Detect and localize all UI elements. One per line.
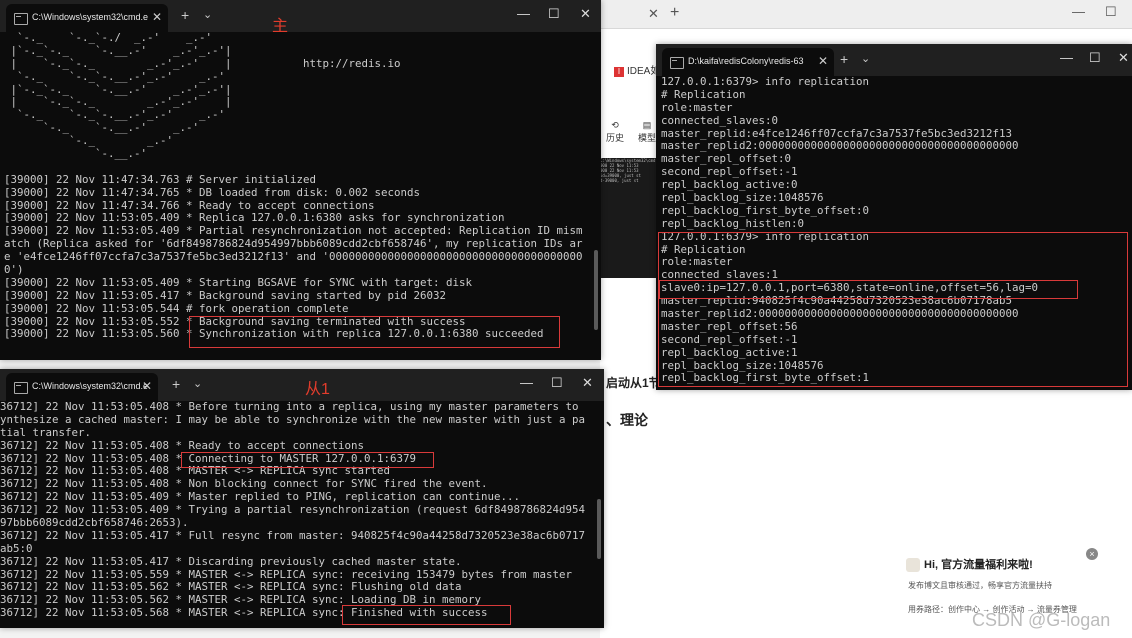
browser-tab-close-icon[interactable]: ✕ (648, 6, 659, 22)
connecting-master-highlight (181, 452, 434, 468)
ascii-art-line: `-._ `-._`-./ _.-' _.-' (4, 31, 213, 44)
log-line: [39000] 22 Nov 11:47:34.765 * DB loaded … (4, 185, 421, 199)
cli-output-line: repl_backlog_size:1048576 (661, 191, 824, 205)
cli-output-line: repl_backlog_first_byte_offset:0 (661, 203, 870, 217)
minimize-icon[interactable]: — (520, 375, 533, 390)
cli-output-line: repl_backlog_histlen:0 (661, 216, 805, 230)
sync-finished-highlight (342, 605, 511, 625)
log-line: 36712] 22 Nov 11:53:05.408 * Before turn… (0, 400, 579, 413)
master-terminal-window[interactable]: C:\Windows\system32\cmd.e ✕ + ⌄ — ☐ ✕ `-… (0, 0, 601, 360)
browser-maximize-icon[interactable]: ☐ (1105, 4, 1117, 20)
tab-dropdown-icon[interactable]: ⌄ (861, 52, 870, 65)
master-annotation: 主 (272, 18, 289, 35)
redis-cli-terminal-window[interactable]: D:\kaifa\redisColony\redis-63 ✕ + ⌄ — ☐ … (656, 44, 1132, 390)
log-line: 36712] 22 Nov 11:53:05.568 * MASTER <-> … (0, 606, 488, 620)
bookmark-badge-icon: I (614, 67, 624, 77)
cli-tab[interactable]: D:\kaifa\redisColony\redis-63 ✕ (662, 48, 834, 76)
maximize-icon[interactable]: ☐ (1089, 50, 1101, 66)
side-item-history[interactable]: ⟲ 历史 (606, 120, 624, 144)
close-icon[interactable]: ✕ (580, 6, 591, 22)
cli-output-line: # Replication (661, 87, 746, 101)
scrollbar[interactable] (594, 250, 598, 330)
slave-tab-title: C:\Windows\system32\cmd.e (32, 381, 149, 391)
log-line: [39000] 22 Nov 11:53:05.409 * Starting B… (4, 275, 473, 289)
promo-description: 发布博文且审核通过，畅享官方流量扶持 (908, 581, 1052, 590)
ascii-art-line: | `-._`-._ _.-'_.-' | http://redis.io (4, 56, 401, 70)
promo-title: Hi, 官方流量福利来啦! (906, 556, 1033, 573)
side-item-label: 历史 (606, 133, 625, 143)
side-item-label: 模型 (638, 133, 657, 143)
second-info-highlight (658, 232, 1128, 387)
browser-minimize-icon[interactable]: — (1072, 4, 1085, 19)
maximize-icon[interactable]: ☐ (551, 375, 563, 391)
log-line: 36712] 22 Nov 11:53:05.417 * Discarding … (0, 554, 462, 568)
log-line: 97bbb6089cdd2cbf658746:2653). (0, 516, 189, 530)
browser-bookmark-idea[interactable]: I IDEA如 (614, 62, 660, 77)
terminal-icon (670, 57, 684, 69)
slave-terminal-output[interactable]: 36712] 22 Nov 11:53:05.408 * Before turn… (0, 400, 604, 628)
cli-tab-title: D:\kaifa\redisColony\redis-63 (688, 56, 804, 66)
page-side-toolbar: ⟲ 历史 ▤ 模型 (600, 120, 660, 160)
tab-close-icon[interactable]: ✕ (818, 54, 828, 68)
log-line: ynthesize a cached master: I may be able… (0, 412, 586, 426)
close-icon[interactable]: ✕ (1118, 50, 1129, 66)
new-tab-icon[interactable]: + (181, 7, 189, 23)
ascii-art-line: |`-._`-._ `-.__.-' _.-'_.-'| (4, 43, 232, 57)
slave-annotation: 从1 (305, 381, 330, 398)
scrollbar[interactable] (597, 499, 601, 559)
tab-dropdown-icon[interactable]: ⌄ (193, 377, 202, 390)
new-tab-icon[interactable]: + (172, 376, 180, 392)
ascii-art-line: `-._ `-._`-.__.-'_.-' _.-' (4, 69, 226, 83)
gift-icon (906, 558, 920, 573)
log-line: 36712] 22 Nov 11:53:05.417 * Full resync… (0, 528, 586, 542)
log-line: ab5:0 (0, 541, 33, 555)
side-item-model[interactable]: ▤ 模型 (638, 120, 656, 144)
sync-success-highlight (189, 316, 560, 348)
tab-close-icon[interactable]: ✕ (142, 379, 152, 393)
cli-output-line: connected_slaves:0 (661, 113, 779, 127)
maximize-icon[interactable]: ☐ (548, 6, 560, 22)
tab-dropdown-icon[interactable]: ⌄ (203, 8, 212, 21)
minimize-icon[interactable]: — (1060, 50, 1073, 65)
log-line: [39000] 22 Nov 11:47:34.763 # Server ini… (4, 172, 317, 186)
slave-tab[interactable]: C:\Windows\system32\cmd.e ✕ (6, 373, 158, 401)
log-line: 0') (4, 263, 24, 277)
history-icon: ⟲ (611, 120, 619, 130)
close-icon[interactable]: ✕ (582, 375, 593, 391)
thumb-line: d-39000, just st (600, 178, 639, 183)
master-tab-title: C:\Windows\system32\cmd.e (32, 12, 149, 22)
minimize-icon[interactable]: — (517, 6, 530, 21)
cli-output-line: role:master (661, 100, 733, 114)
slave0-line-highlight (659, 280, 1078, 299)
csdn-watermark: CSDN @G-logan (972, 610, 1111, 630)
browser-tab-bar: ✕ + — ☐ (600, 0, 1132, 29)
master-tab[interactable]: C:\Windows\system32\cmd.e ✕ (6, 4, 168, 32)
log-line: e 'e4fce1246ff07ccfa7c3a7537fe5bc3ed3212… (4, 250, 583, 264)
article-screenshot-thumbnail: C:\Windows\system32\cmd 000 22 Nov 11:53… (600, 158, 658, 278)
log-line: [39000] 22 Nov 11:53:05.544 # fork opera… (4, 301, 349, 315)
browser-new-tab-icon[interactable]: + (670, 4, 679, 22)
tab-close-icon[interactable]: ✕ (152, 10, 162, 24)
promo-title-text: Hi, 官方流量福利来啦! (924, 559, 1033, 571)
cli-prompt-line: 127.0.0.1:6379> info replication (661, 75, 870, 88)
cli-titlebar: D:\kaifa\redisColony\redis-63 ✕ + ⌄ — ☐ … (656, 44, 1132, 76)
terminal-icon (14, 382, 28, 394)
model-icon: ▤ (642, 120, 652, 130)
slave-terminal-window[interactable]: C:\Windows\system32\cmd.e ✕ + ⌄ — ☐ ✕ 36… (0, 369, 604, 628)
log-line: 36712] 22 Nov 11:53:05.408 * Ready to ac… (0, 438, 365, 452)
master-terminal-output[interactable]: `-._ `-._`-./ _.-' _.-' |`-._`-._ `-.__.… (0, 31, 601, 360)
promo-close-icon[interactable]: × (1086, 548, 1098, 560)
slave-titlebar: C:\Windows\system32\cmd.e ✕ + ⌄ — ☐ ✕ (0, 369, 604, 401)
new-tab-icon[interactable]: + (840, 51, 848, 67)
terminal-icon (14, 13, 28, 25)
ascii-art-line: `-.__.-' (4, 147, 148, 161)
master-titlebar: C:\Windows\system32\cmd.e ✕ + ⌄ — ☐ ✕ (0, 0, 601, 32)
log-line: tial transfer. (0, 425, 92, 439)
article-heading: 、理论 (606, 412, 648, 428)
log-line: [39000] 22 Nov 11:53:05.417 * Background… (4, 288, 447, 302)
